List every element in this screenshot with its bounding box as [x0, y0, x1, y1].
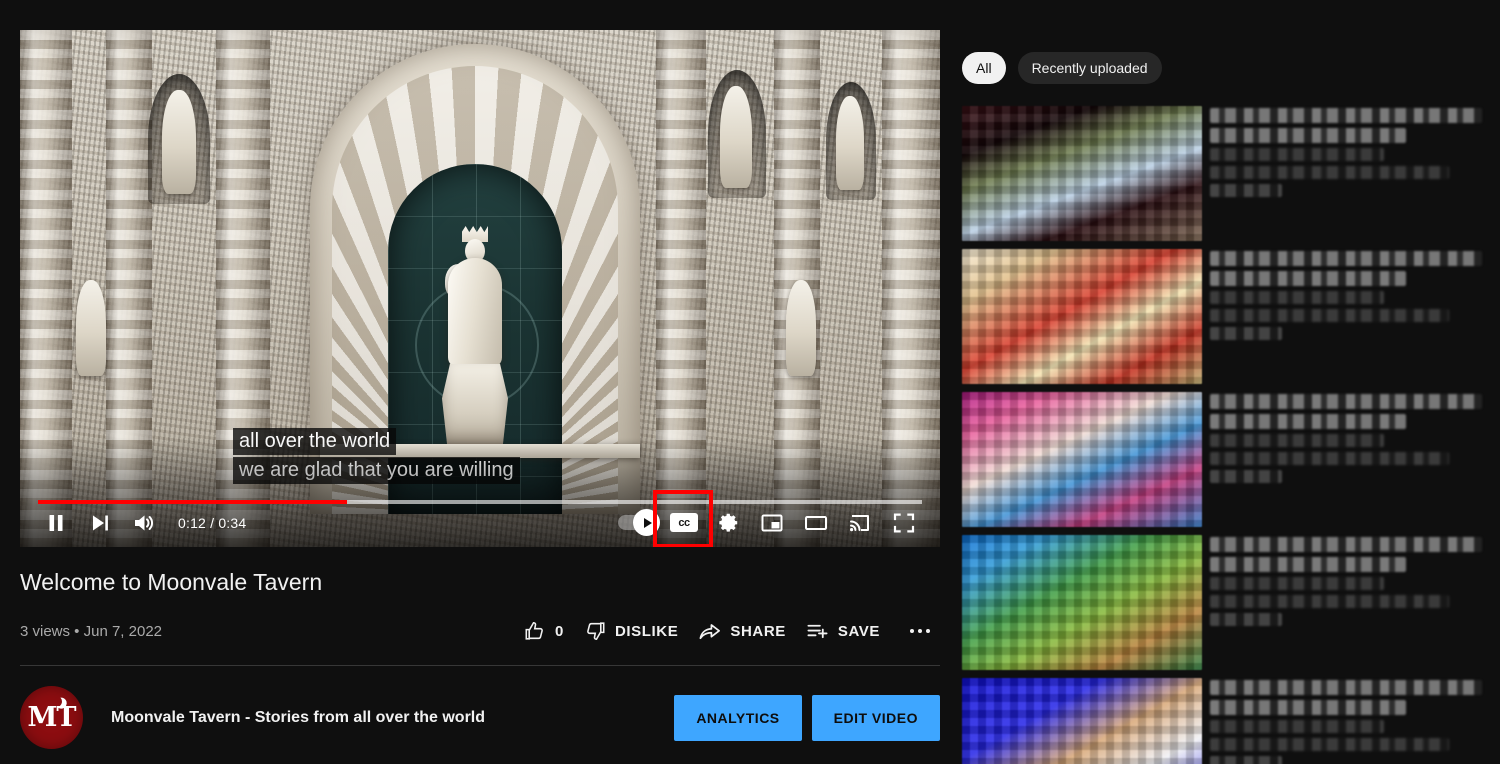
video-meta-row: 3 views • Jun 7, 2022 0 DISLIKE SHARE SA… [20, 611, 940, 651]
video-info [1210, 392, 1482, 527]
like-count: 0 [555, 622, 564, 640]
video-badge-redacted [1210, 613, 1282, 626]
video-thumbnail[interactable] [962, 249, 1202, 384]
facade-statuette [786, 280, 816, 376]
cast-button[interactable] [838, 501, 882, 545]
madonna-statue [442, 226, 508, 446]
facade-statuette [162, 90, 196, 194]
video-title-redacted [1210, 128, 1406, 143]
video-meta-redacted [1210, 738, 1450, 751]
video-meta-redacted [1210, 309, 1450, 322]
edit-video-button[interactable]: EDIT VIDEO [811, 694, 940, 741]
ellipsis-icon [910, 629, 930, 633]
video-title: Welcome to Moonvale Tavern [20, 569, 323, 595]
video-thumbnail[interactable] [962, 106, 1202, 241]
analytics-button[interactable]: ANALYTICS [674, 694, 802, 741]
cc-icon-text: cc [678, 516, 690, 529]
video-thumbnail[interactable] [962, 535, 1202, 670]
save-button[interactable]: SAVE [796, 612, 890, 650]
related-video-card[interactable] [962, 392, 1482, 527]
video-thumbnail[interactable] [962, 392, 1202, 527]
share-button[interactable]: SHARE [688, 612, 796, 650]
autoplay-toggle[interactable] [610, 501, 662, 545]
video-meta-redacted [1210, 452, 1450, 465]
facade-statuette [720, 86, 752, 188]
video-channel-redacted [1210, 148, 1385, 161]
video-title-redacted [1210, 680, 1482, 695]
player-control-bar: 0:12 / 0:34 cc [20, 489, 940, 547]
related-video-card[interactable] [962, 535, 1482, 670]
time-display: 0:12 / 0:34 [178, 514, 247, 531]
related-videos-list [962, 106, 1482, 764]
related-video-card[interactable] [962, 106, 1482, 241]
facade-statuette [76, 280, 106, 376]
video-channel-redacted [1210, 720, 1385, 733]
share-label: SHARE [730, 622, 786, 640]
secondary-column: All Recently uploaded [962, 30, 1482, 764]
video-meta-redacted [1210, 595, 1450, 608]
youtube-watch-page: all over the world we are glad that you … [0, 0, 1500, 764]
primary-column: all over the world we are glad that you … [20, 30, 940, 749]
theater-mode-button[interactable] [794, 501, 838, 545]
cc-icon: cc [670, 513, 698, 532]
save-label: SAVE [837, 622, 880, 640]
video-title-redacted [1210, 271, 1406, 286]
cc-active-underline [665, 546, 703, 547]
related-video-card[interactable] [962, 678, 1482, 764]
more-actions-button[interactable] [900, 612, 940, 650]
video-badge-redacted [1210, 470, 1282, 483]
video-info [1210, 535, 1482, 670]
video-title-redacted [1210, 108, 1482, 123]
video-title-redacted [1210, 537, 1482, 552]
video-title-redacted [1210, 414, 1406, 429]
channel-action-buttons: ANALYTICS EDIT VIDEO [674, 694, 940, 741]
settings-button[interactable] [706, 501, 750, 545]
channel-name[interactable]: Moonvale Tavern - Stories from all over … [111, 709, 485, 727]
view-count-and-date: 3 views • Jun 7, 2022 [20, 622, 163, 640]
video-info [1210, 678, 1482, 764]
video-badge-redacted [1210, 327, 1282, 340]
channel-avatar[interactable]: MT [20, 686, 83, 749]
video-title-redacted [1210, 394, 1482, 409]
volume-button[interactable] [122, 501, 166, 545]
video-channel-redacted [1210, 577, 1385, 590]
next-video-button[interactable] [78, 501, 122, 545]
subtitles-cc-button[interactable]: cc [653, 489, 713, 547]
related-video-card[interactable] [962, 249, 1482, 384]
video-badge-redacted [1210, 184, 1282, 197]
video-channel-redacted [1210, 434, 1385, 447]
chip-recently-uploaded[interactable]: Recently uploaded [1017, 52, 1162, 84]
video-actions: 0 DISLIKE SHARE SAVE [514, 612, 940, 650]
video-meta-redacted [1210, 166, 1450, 179]
video-channel-redacted [1210, 291, 1385, 304]
like-button[interactable]: 0 [514, 612, 574, 650]
video-title-redacted [1210, 700, 1406, 715]
pause-button[interactable] [34, 501, 78, 545]
dislike-label: DISLIKE [614, 622, 679, 640]
video-title-redacted [1210, 557, 1406, 572]
miniplayer-button[interactable] [750, 501, 794, 545]
video-thumbnail[interactable] [962, 678, 1202, 764]
dislike-button[interactable]: DISLIKE [574, 612, 688, 650]
avatar-initials: MT [27, 702, 77, 733]
video-player[interactable]: all over the world we are glad that you … [20, 30, 940, 547]
channel-row: MT Moonvale Tavern - Stories from all ov… [20, 686, 940, 749]
section-divider [20, 665, 940, 666]
fullscreen-button[interactable] [882, 501, 926, 545]
facade-statuette [836, 96, 864, 190]
chip-all[interactable]: All [962, 52, 1006, 84]
filter-chip-bar: All Recently uploaded [962, 30, 1482, 106]
video-info [1210, 106, 1482, 241]
video-title-redacted [1210, 251, 1482, 266]
video-badge-redacted [1210, 756, 1282, 764]
video-info [1210, 249, 1482, 384]
